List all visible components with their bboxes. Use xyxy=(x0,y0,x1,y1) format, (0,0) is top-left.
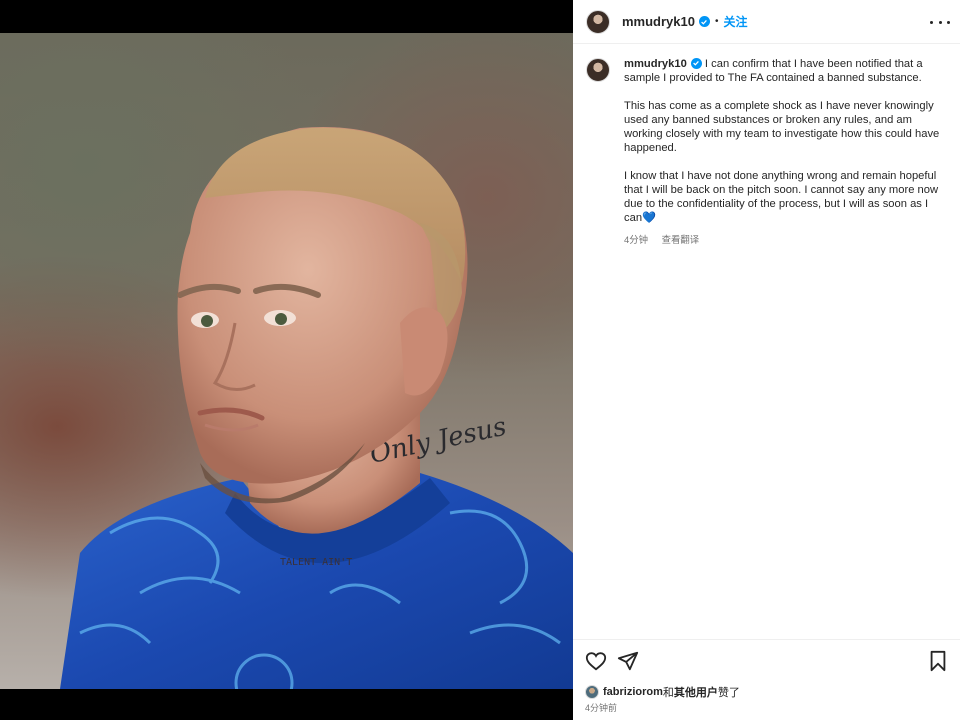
caption-meta: 4分钟 查看翻译 xyxy=(624,233,944,247)
bookmark-icon[interactable] xyxy=(928,650,948,672)
player-portrait: Only Jesus TALENT AIN'T xyxy=(60,127,573,689)
liker-avatar[interactable] xyxy=(585,685,599,699)
post-details-panel: mmudryk10 • 关注 mmudryk10 I can confirm t… xyxy=(573,0,960,720)
chest-tattoo: TALENT AIN'T xyxy=(280,557,352,568)
caption-text: mmudryk10 I can confirm that I have been… xyxy=(624,57,944,247)
profile-avatar[interactable] xyxy=(586,9,610,34)
likes-suffix: 赞了 xyxy=(717,687,740,699)
header-username[interactable]: mmudryk10 xyxy=(622,14,695,29)
liker-username[interactable]: fabriziorom xyxy=(603,686,663,698)
likes-summary: fabriziorom 和 其他用户 赞了 xyxy=(585,684,740,700)
post-photo[interactable]: Only Jesus TALENT AIN'T xyxy=(0,33,573,689)
follow-button[interactable]: 关注 xyxy=(724,13,748,30)
likes-connector: 和 xyxy=(662,687,674,699)
separator-dot: • xyxy=(714,16,719,27)
post-header: mmudryk10 • 关注 xyxy=(573,0,960,44)
post-actions: fabriziorom 和 其他用户 赞了 4分钟前 xyxy=(573,639,960,720)
verified-badge-icon xyxy=(698,16,710,27)
caption-paragraph-3: I know that I have not done anything wro… xyxy=(624,170,939,224)
see-translation-link[interactable]: 查看翻译 xyxy=(662,234,700,245)
caption-paragraph-2: This has come as a complete shock as I h… xyxy=(624,100,940,154)
post-caption: mmudryk10 I can confirm that I have been… xyxy=(573,44,960,247)
likes-others-link[interactable]: 其他用户 xyxy=(674,684,718,700)
share-icon[interactable] xyxy=(617,650,639,672)
caption-time: 4分钟 xyxy=(624,234,648,245)
more-options-icon[interactable] xyxy=(930,13,950,31)
heart-icon[interactable] xyxy=(585,650,607,672)
post-timestamp: 4分钟前 xyxy=(585,703,618,713)
post-media-panel: Only Jesus TALENT AIN'T xyxy=(0,0,573,720)
verified-badge-icon xyxy=(690,57,702,69)
caption-avatar[interactable] xyxy=(586,58,610,82)
caption-username[interactable]: mmudryk10 xyxy=(624,58,687,70)
